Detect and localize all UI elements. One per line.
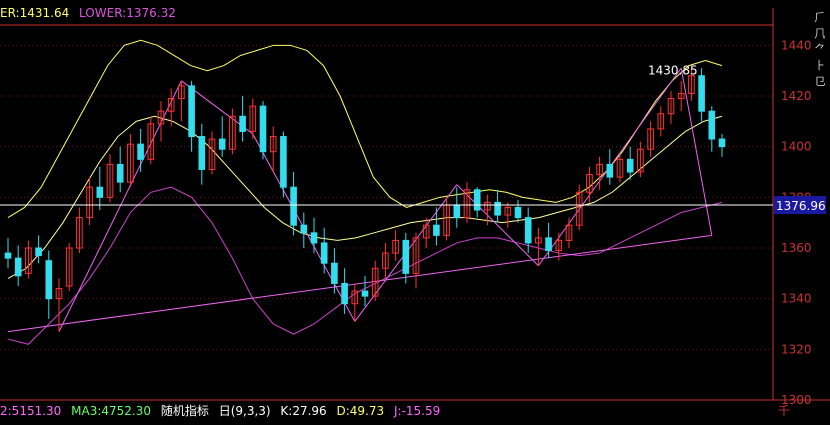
footer-right-glyph: 千 — [778, 404, 791, 418]
y-tick-label: 1400 — [781, 140, 812, 154]
y-tick-label: 1340 — [781, 292, 812, 306]
y-tick-label: 1420 — [781, 89, 812, 103]
candle-body — [698, 75, 705, 112]
candle-body — [116, 163, 124, 183]
candle-body — [433, 224, 440, 236]
ma3-value: MA3:4752.30 — [71, 404, 152, 418]
j-value: J:-15.59 — [393, 404, 441, 418]
high-annotation: 1430.85 — [648, 64, 698, 78]
indicator-footer: 2:5151.30 MA3:4752.30 随机指标 ⽇(9,3,3) K:27… — [0, 402, 446, 419]
indicator-params: ⽇(9,3,3) — [218, 404, 271, 418]
y-tick-label: 1360 — [781, 241, 812, 255]
upper-bollinger-band — [7, 39, 723, 219]
y-tick-label: 1440 — [781, 38, 812, 52]
candle-body — [494, 201, 501, 216]
k-value: K:27.96 — [280, 404, 327, 418]
candle-body — [341, 282, 348, 305]
candle-body — [300, 224, 308, 234]
candle-body — [331, 262, 338, 284]
support-trendline — [7, 234, 712, 333]
candle-body — [259, 105, 267, 153]
side-toolbar-icon[interactable]: ⺁ — [810, 10, 830, 26]
candle-body — [4, 252, 12, 259]
candle-body — [606, 163, 614, 178]
side-toolbar-icon[interactable]: ⺋ — [810, 74, 830, 90]
candle-body — [453, 204, 461, 219]
price-chart[interactable]: 130013201340136013801400142014401376.961… — [0, 0, 830, 425]
candle-body — [280, 136, 287, 188]
candle-body — [14, 257, 22, 277]
wave-line-7 — [680, 68, 713, 236]
candle-body — [310, 232, 318, 244]
candle-body — [290, 186, 297, 226]
current-price-label: 1376.96 — [776, 199, 826, 213]
candle-body — [239, 115, 246, 132]
candle-body — [218, 138, 226, 150]
candle-body — [35, 247, 42, 257]
side-toolbar-icon[interactable]: ⺇ — [810, 26, 830, 42]
candle-body — [45, 260, 53, 300]
lower-bollinger-band — [7, 186, 723, 345]
candle-body — [708, 110, 716, 140]
candle-body — [514, 206, 522, 219]
side-toolbar-icon[interactable]: ⺊ — [810, 58, 830, 74]
candle-body — [524, 217, 532, 244]
candle-body — [626, 158, 634, 173]
candle-body — [402, 239, 410, 274]
candle-body — [320, 242, 328, 264]
candle-body — [188, 85, 195, 138]
candle-body — [718, 138, 726, 148]
candle-body — [545, 237, 552, 252]
side-toolbar-icon[interactable]: ⺈ — [810, 42, 830, 58]
d-value: D:49.73 — [336, 404, 385, 418]
side-toolbar[interactable]: ⺁ ⺇ ⺈ ⺊ ⺋ — [810, 10, 830, 90]
candle-body — [473, 189, 481, 211]
candle-body — [96, 186, 104, 198]
candle-body — [137, 143, 144, 160]
candle-body — [198, 136, 206, 170]
wave-line-1 — [58, 80, 182, 332]
indicator-name[interactable]: 随机指标 — [161, 404, 209, 418]
y-tick-label: 1320 — [781, 342, 812, 356]
candle-body — [361, 290, 369, 297]
ma2-value: 2:5151.30 — [0, 404, 62, 418]
